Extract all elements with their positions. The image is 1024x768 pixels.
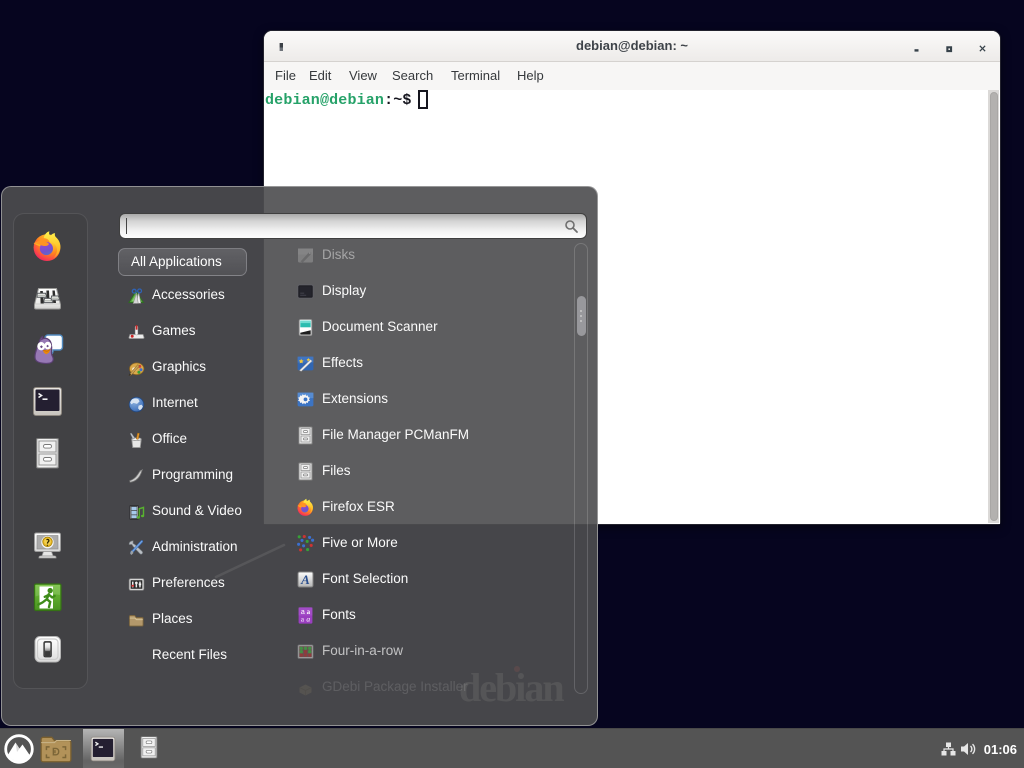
svg-text:a: a — [306, 615, 310, 624]
svg-text:A: A — [300, 572, 310, 587]
